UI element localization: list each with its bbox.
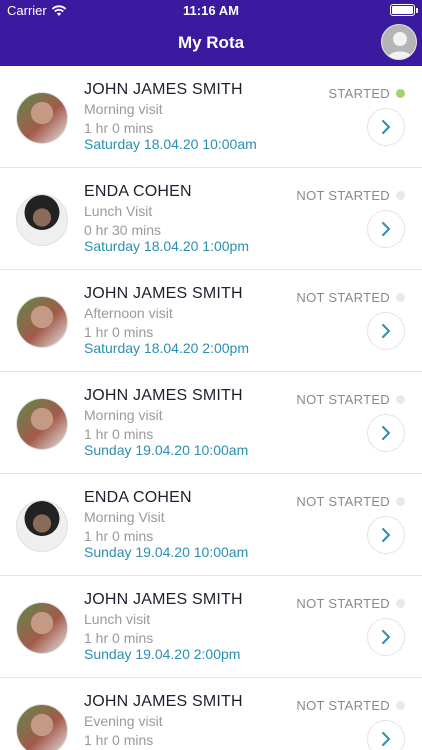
visit-type: Morning visit xyxy=(84,101,163,117)
list-item[interactable]: JOHN JAMES SMITH Evening visit 1 hr 0 mins… xyxy=(0,678,422,750)
status-dot-icon xyxy=(396,293,405,302)
status-badge: NOT STARTED xyxy=(296,392,405,407)
status-badge: NOT STARTED xyxy=(296,290,405,305)
client-name: ENDA COHEN xyxy=(84,489,192,506)
client-name: ENDA COHEN xyxy=(84,183,192,200)
status-label: NOT STARTED xyxy=(296,596,390,611)
status-dot-icon xyxy=(396,497,405,506)
status-bar: Carrier 11:16 AM xyxy=(0,0,422,22)
visit-datetime: Saturday 18.04.20 1:00pm xyxy=(84,238,250,254)
visit-duration: 0 hr 30 mins xyxy=(84,222,162,238)
chevron-right-icon[interactable] xyxy=(367,720,405,750)
status-dot-icon xyxy=(396,89,405,98)
visit-type: Lunch Visit xyxy=(84,203,153,219)
client-name: JOHN JAMES SMITH xyxy=(84,693,243,710)
status-label: NOT STARTED xyxy=(296,494,390,509)
visit-datetime: Saturday 18.04.20 10:00am xyxy=(84,136,257,152)
avatar xyxy=(16,704,68,750)
client-name: JOHN JAMES SMITH xyxy=(84,387,243,404)
status-time: 11:16 AM xyxy=(183,3,239,18)
chevron-right-icon[interactable] xyxy=(367,312,405,350)
client-name: JOHN JAMES SMITH xyxy=(84,591,243,608)
client-name: JOHN JAMES SMITH xyxy=(84,285,243,302)
visit-duration: 1 hr 0 mins xyxy=(84,630,154,646)
visit-type: Lunch visit xyxy=(84,611,151,627)
visit-duration: 1 hr 0 mins xyxy=(84,528,154,544)
navigation-header: Carrier 11:16 AM My Rota xyxy=(0,0,422,66)
avatar xyxy=(16,194,68,246)
avatar xyxy=(16,398,68,450)
status-badge: NOT STARTED xyxy=(296,188,405,203)
visit-type: Morning Visit xyxy=(84,509,165,525)
status-dot-icon xyxy=(396,395,405,404)
client-name: JOHN JAMES SMITH xyxy=(84,81,243,98)
avatar xyxy=(16,92,68,144)
list-item[interactable]: JOHN JAMES SMITH Afternoon visit 1 hr 0 mi… xyxy=(0,270,422,372)
chevron-right-icon[interactable] xyxy=(367,516,405,554)
status-dot-icon xyxy=(396,191,405,200)
list-item[interactable]: JOHN JAMES SMITH Lunch visit 1 hr 0 mins Su… xyxy=(0,576,422,678)
status-label: STARTED xyxy=(328,86,390,101)
status-badge: NOT STARTED xyxy=(296,698,405,713)
list-item[interactable]: JOHN JAMES SMITH Morning visit 1 hr 0 mins… xyxy=(0,66,422,168)
chevron-right-icon[interactable] xyxy=(367,618,405,656)
chevron-right-icon[interactable] xyxy=(367,108,405,146)
visit-type: Afternoon visit xyxy=(84,305,173,321)
chevron-right-icon[interactable] xyxy=(367,414,405,452)
status-dot-icon xyxy=(396,701,405,710)
avatar xyxy=(16,296,68,348)
list-item[interactable]: ENDA COHEN Lunch Visit 0 hr 30 mins Saturda… xyxy=(0,168,422,270)
visit-duration: 1 hr 0 mins xyxy=(84,324,154,340)
visit-datetime: Sunday 19.04.20 10:00am xyxy=(84,442,249,458)
visit-datetime: Saturday 18.04.20 2:00pm xyxy=(84,340,250,356)
status-label: NOT STARTED xyxy=(296,290,390,305)
visit-type: Evening visit xyxy=(84,713,163,729)
status-label: NOT STARTED xyxy=(296,698,390,713)
status-badge: STARTED xyxy=(328,86,405,101)
list-item[interactable]: JOHN JAMES SMITH Morning visit 1 hr 0 mins… xyxy=(0,372,422,474)
status-label: NOT STARTED xyxy=(296,392,390,407)
rota-list: JOHN JAMES SMITH Morning visit 1 hr 0 mins… xyxy=(0,66,422,750)
visit-duration: 1 hr 0 mins xyxy=(84,426,154,442)
status-dot-icon xyxy=(396,599,405,608)
avatar xyxy=(16,500,68,552)
visit-datetime: Sunday 19.04.20 10:00am xyxy=(84,544,249,560)
battery-icon xyxy=(390,4,418,16)
status-badge: NOT STARTED xyxy=(296,596,405,611)
chevron-right-icon[interactable] xyxy=(367,210,405,248)
visit-duration: 1 hr 0 mins xyxy=(84,732,154,748)
status-label: NOT STARTED xyxy=(296,188,390,203)
visit-type: Morning visit xyxy=(84,407,163,423)
list-item[interactable]: ENDA COHEN Morning Visit 1 hr 0 mins Sunday… xyxy=(0,474,422,576)
visit-duration: 1 hr 0 mins xyxy=(84,120,154,136)
status-badge: NOT STARTED xyxy=(296,494,405,509)
visit-datetime: Sunday 19.04.20 2:00pm xyxy=(84,646,241,662)
avatar xyxy=(16,602,68,654)
profile-avatar-icon[interactable] xyxy=(381,24,417,60)
page-title: My Rota xyxy=(177,33,245,52)
